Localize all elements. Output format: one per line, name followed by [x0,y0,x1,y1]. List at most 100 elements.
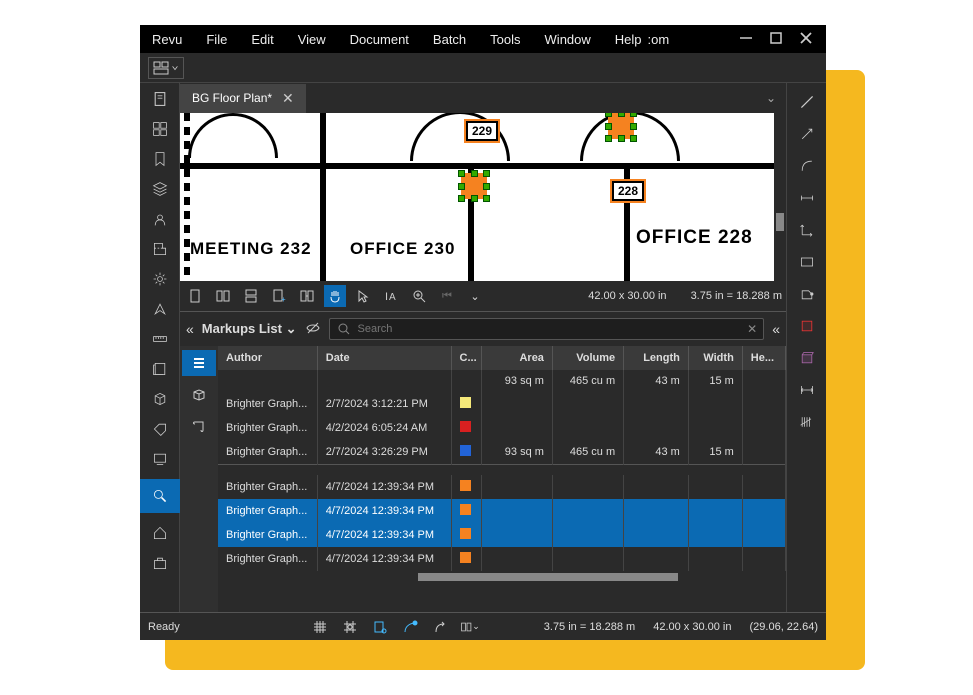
table-row[interactable]: Brighter Graph...4/7/2024 12:39:34 PM [218,475,786,499]
table-row[interactable]: Brighter Graph...2/7/2024 3:26:29 PM93 s… [218,440,786,465]
svg-text:A: A [389,292,396,303]
status-coords: (29.06, 22.64) [750,621,819,633]
table-row[interactable]: Brighter Graph...4/2/2024 6:05:24 AM [218,416,786,440]
menu-bar: Revu File Edit View Document Batch Tools… [140,25,826,53]
zoom-tool-icon[interactable] [408,285,430,307]
pan-tool-icon[interactable] [324,285,346,307]
pen-tool-icon[interactable] [150,299,170,319]
paper-icon[interactable] [150,359,170,379]
bookmark-icon[interactable] [150,149,170,169]
search-clear-icon[interactable]: ✕ [747,322,757,336]
search-input[interactable] [358,323,742,335]
status-bar: Ready ⌄ 3.75 in = 18.288 m 42.00 x 30.00… [140,612,826,640]
menu-tools[interactable]: Tools [490,32,520,47]
canvas-vscroll[interactable] [774,113,786,281]
volume-tool-icon[interactable] [796,347,818,369]
toolbox-icon[interactable] [150,553,170,573]
3d-icon[interactable] [150,389,170,409]
app-window: Revu File Edit View Document Batch Tools… [140,25,826,640]
room-number-229[interactable]: 229 [466,121,498,141]
snap-content-icon[interactable] [370,617,390,637]
list-view-icon[interactable] [182,350,216,376]
home-outline-icon[interactable] [150,523,170,543]
reuse-icon[interactable] [430,617,450,637]
page-dropdown-icon[interactable]: ⌄ [464,285,486,307]
menu-batch[interactable]: Batch [433,32,466,47]
page-first-icon[interactable]: ⏮ [436,285,458,307]
menu-file[interactable]: File [206,32,227,47]
pointer-tool-icon[interactable] [352,285,374,307]
area-tool-icon[interactable] [796,315,818,337]
layers-icon[interactable] [150,179,170,199]
room-label-office-230: OFFICE 230 [350,239,455,259]
room-number-228[interactable]: 228 [612,181,644,201]
spaces-icon[interactable] [150,209,170,229]
tab-overflow-icon[interactable]: ⌄ [766,91,786,105]
3d-cube-icon[interactable] [182,382,216,408]
sync-view-icon[interactable] [296,285,318,307]
dimension-h-icon[interactable] [796,187,818,209]
new-page-icon[interactable]: + [268,285,290,307]
file-access-icon[interactable] [150,89,170,109]
dimension-vh-icon[interactable] [796,219,818,241]
snap-markup-icon[interactable] [400,617,420,637]
search-panel-icon[interactable] [140,479,180,513]
single-page-icon[interactable] [184,285,206,307]
tab-close-icon[interactable]: ✕ [282,90,294,107]
collapse-panel-icon[interactable]: « [186,321,194,337]
rectangle-tool-icon[interactable] [796,251,818,273]
markups-grid[interactable]: AuthorDateC...AreaVolumeLengthWidthHe...… [218,346,786,612]
script-icon[interactable] [182,414,216,440]
tag-icon[interactable] [150,419,170,439]
monitor-icon[interactable] [150,449,170,469]
menu-help[interactable]: Help [615,32,642,47]
markups-title[interactable]: Markups List ⌄ [202,321,297,337]
canvas-toolbar: + IA ⏮ ⌄ 42.00 x 30.00 in 3.75 in = 18.2… [180,281,786,311]
window-close-icon[interactable] [798,30,814,49]
window-maximize-icon[interactable] [768,30,784,49]
grid-hscroll[interactable] [218,571,786,583]
visibility-icon[interactable] [305,320,321,339]
polygon-draw-icon[interactable] [796,283,818,305]
document-tab[interactable]: BG Floor Plan* ✕ [180,84,306,113]
menu-view[interactable]: View [298,32,326,47]
markup-shape-1[interactable] [461,173,487,199]
count-tool-icon[interactable] [796,411,818,433]
drawing-canvas[interactable]: 229 228 MEETING 232 OFFICE 230 OFFICE 22… [180,113,786,281]
layout-dropdown[interactable] [148,57,184,79]
tab-title: BG Floor Plan* [192,91,272,105]
grid-summary-row: 93 sq m465 cu m43 m15 m [218,370,786,392]
settings-icon[interactable] [150,269,170,289]
svg-text:I: I [385,291,388,303]
line-tool-icon[interactable] [796,91,818,113]
table-row[interactable] [218,465,786,475]
ruler-icon[interactable] [150,329,170,349]
measure-plan-icon[interactable] [150,239,170,259]
text-select-icon[interactable]: IA [380,285,402,307]
window-minimize-icon[interactable] [738,30,754,49]
expand-right-icon[interactable]: « [772,321,780,337]
split-v-icon[interactable] [240,285,262,307]
thumbnails-icon[interactable] [150,119,170,139]
split-h-icon[interactable] [212,285,234,307]
grid-icon[interactable] [310,617,330,637]
snap-grid-icon[interactable] [340,617,360,637]
document-tabs: BG Floor Plan* ✕ ⌄ [180,83,786,113]
menu-edit[interactable]: Edit [251,32,273,47]
table-row[interactable]: Brighter Graph...4/7/2024 12:39:34 PM [218,547,786,571]
grid-header-row[interactable]: AuthorDateC...AreaVolumeLengthWidthHe... [218,346,786,370]
markups-view-tabs [180,346,218,612]
markups-panel: « Markups List ⌄ ✕ « [180,311,786,612]
menu-window[interactable]: Window [545,32,591,47]
markup-shape-2[interactable] [608,113,634,139]
menu-revu[interactable]: Revu [152,32,182,47]
markups-search[interactable]: ✕ [329,318,765,340]
sync-icon[interactable]: ⌄ [460,617,480,637]
table-row[interactable]: Brighter Graph...4/7/2024 12:39:34 PM [218,499,786,523]
menu-document[interactable]: Document [350,32,409,47]
arc-tool-icon[interactable] [796,155,818,177]
width-tool-icon[interactable] [796,379,818,401]
arrow-tool-icon[interactable] [796,123,818,145]
table-row[interactable]: Brighter Graph...2/7/2024 3:12:21 PM [218,392,786,416]
table-row[interactable]: Brighter Graph...4/7/2024 12:39:34 PM [218,523,786,547]
